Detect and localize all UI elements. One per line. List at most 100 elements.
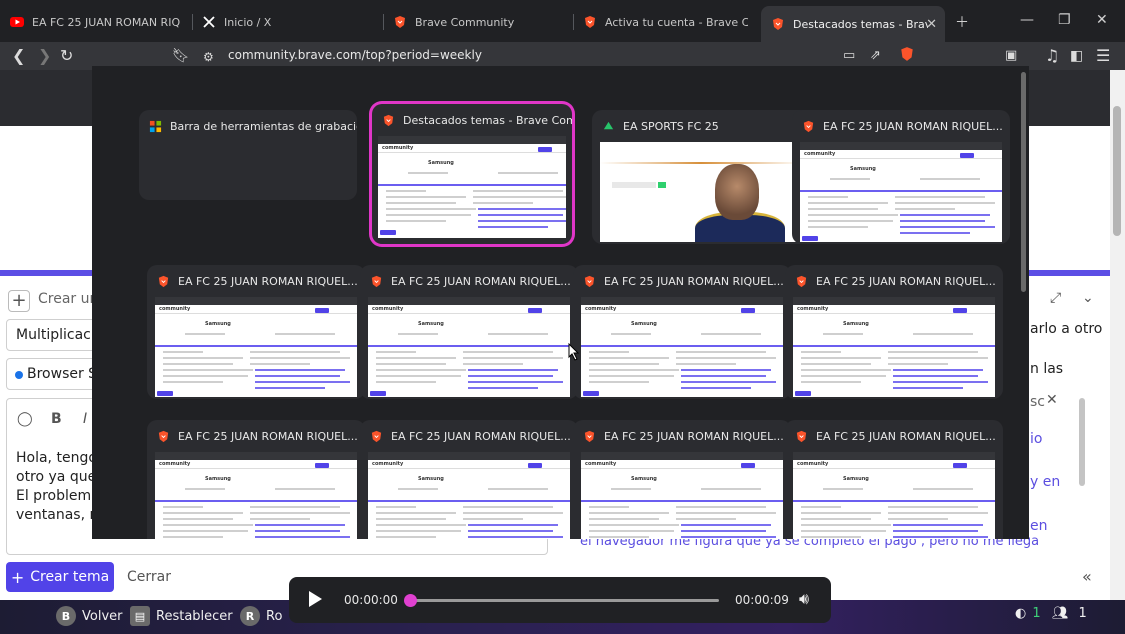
- duration: 00:00:09: [735, 593, 789, 607]
- bookmark-icon[interactable]: 🔖︎: [172, 46, 190, 66]
- minimize-icon[interactable]: —: [1020, 12, 1034, 28]
- reset-control[interactable]: ▤ Restablecer: [130, 606, 233, 626]
- similar-topic-link[interactable]: io: [1030, 431, 1042, 447]
- tab-strip: EA FC 25 JUAN ROMAN RIQUELM Inicio / X B…: [0, 0, 1125, 42]
- tab-4[interactable]: Activa tu cuenta - Brave Commun: [573, 6, 758, 38]
- window-preview: community Samsung: [155, 297, 357, 397]
- status-icon: ◐: [1015, 606, 1027, 621]
- brave-icon: [796, 275, 807, 287]
- tab-1[interactable]: EA FC 25 JUAN ROMAN RIQUELM: [0, 6, 190, 38]
- brave-icon: [158, 430, 169, 442]
- menu-icon[interactable]: ☰: [1096, 46, 1110, 66]
- site-settings-icon[interactable]: ⚙: [203, 47, 214, 67]
- title-input[interactable]: Multiplicació: [6, 319, 103, 351]
- media-icon[interactable]: ♫: [1045, 46, 1059, 66]
- window-card-title: EA FC 25 JUAN ROMAN RIQUEL...: [823, 119, 1003, 133]
- window-card-title: EA FC 25 JUAN ROMAN RIQUEL...: [178, 274, 358, 288]
- expand-icon[interactable]: ⤢: [1050, 290, 1061, 306]
- category-select[interactable]: Browser S: [6, 358, 98, 390]
- double-chevron-left-icon[interactable]: «: [1082, 567, 1092, 586]
- current-time: 00:00:00: [344, 593, 398, 607]
- preview-line: n las: [1030, 361, 1064, 377]
- category-value: Browser S: [27, 366, 98, 382]
- picker-scrollbar[interactable]: [1021, 72, 1026, 292]
- youtube-icon: [10, 17, 24, 27]
- window-card-header: Barra de herramientas de grabación: [139, 110, 357, 142]
- window-card[interactable]: EA SPORTS FC 25: [592, 110, 810, 244]
- window-card[interactable]: EA FC 25 JUAN ROMAN RIQUEL... community Sa…: [360, 265, 578, 399]
- page-scrollbar-thumb[interactable]: [1113, 106, 1121, 236]
- window-card[interactable]: Destacados temas - Brave Com... community…: [372, 104, 572, 244]
- window-card[interactable]: EA FC 25 JUAN ROMAN RIQUEL... community Sa…: [785, 420, 1003, 539]
- quote-icon[interactable]: ◯: [17, 411, 33, 427]
- window-card[interactable]: EA FC 25 JUAN ROMAN RIQUEL... community Sa…: [792, 110, 1010, 244]
- window-card-title: EA SPORTS FC 25: [623, 119, 719, 133]
- brave-icon: [796, 430, 807, 442]
- create-topic-button[interactable]: + Crear tema: [6, 562, 114, 592]
- tab-2[interactable]: Inicio / X: [192, 6, 382, 38]
- tab-3[interactable]: Brave Community: [383, 6, 573, 38]
- game-preview: [600, 142, 802, 242]
- b-button-icon: B: [56, 606, 76, 626]
- address-bar[interactable]: community.brave.com/top?period=weekly: [228, 48, 482, 62]
- window-card-header: EA FC 25 JUAN ROMAN RIQUEL...: [573, 265, 791, 297]
- window-card[interactable]: EA FC 25 JUAN ROMAN RIQUEL... community Sa…: [785, 265, 1003, 399]
- cast-icon[interactable]: ▭: [843, 46, 855, 66]
- brave-icon: [395, 16, 405, 28]
- sidebar-icon[interactable]: ◧: [1070, 46, 1083, 66]
- play-icon[interactable]: [309, 591, 322, 607]
- close-similar-icon[interactable]: ✕: [1046, 392, 1058, 408]
- close-tab-icon[interactable]: ✕: [926, 17, 937, 32]
- italic-icon[interactable]: I: [83, 411, 87, 427]
- ea-sports-icon: [603, 121, 614, 129]
- bold-icon[interactable]: B: [51, 411, 62, 427]
- wallet-icon[interactable]: ▣: [1005, 46, 1017, 66]
- reload-icon[interactable]: ↻: [60, 46, 73, 66]
- media-player: 00:00:00 00:00:09 🔊︎: [289, 577, 831, 623]
- window-card-title: EA FC 25 JUAN ROMAN RIQUEL...: [604, 429, 784, 443]
- window-card[interactable]: EA FC 25 JUAN ROMAN RIQUEL... community Sa…: [147, 265, 365, 399]
- tab-5-active[interactable]: Destacados temas - Brave Co ✕: [761, 6, 945, 42]
- friends-count-value: 1: [1078, 606, 1087, 621]
- new-tab-icon[interactable]: ＋: [955, 12, 969, 32]
- forward-icon[interactable]: ❯: [38, 46, 51, 66]
- window-card-header: EA FC 25 JUAN ROMAN RIQUEL...: [360, 420, 578, 452]
- window-card-header: EA FC 25 JUAN ROMAN RIQUEL...: [147, 265, 365, 297]
- brave-shields-icon[interactable]: [899, 46, 915, 67]
- preview-line: arlo a otro: [1030, 321, 1103, 337]
- tab-title: Brave Community: [415, 15, 515, 29]
- window-card[interactable]: EA FC 25 JUAN ROMAN RIQUEL... community Sa…: [360, 420, 578, 539]
- window-card-header: EA FC 25 JUAN ROMAN RIQUEL...: [147, 420, 365, 452]
- window-card[interactable]: EA FC 25 JUAN ROMAN RIQUEL... community Sa…: [573, 420, 791, 539]
- category-dot: [15, 371, 23, 379]
- similar-topic-link[interactable]: en: [1030, 518, 1048, 534]
- seek-bar[interactable]: [407, 599, 719, 602]
- back-icon[interactable]: ❮: [12, 46, 25, 66]
- window-card[interactable]: EA FC 25 JUAN ROMAN RIQUEL... community Sa…: [573, 265, 791, 399]
- back-control[interactable]: B Volver: [56, 606, 123, 626]
- window-card[interactable]: EA FC 25 JUAN ROMAN RIQUEL... community Sa…: [147, 420, 365, 539]
- window-card[interactable]: Barra de herramientas de grabación: [139, 110, 357, 200]
- create-label: Crear un: [38, 291, 99, 307]
- brave-icon: [803, 120, 814, 132]
- window-card-title: Destacados temas - Brave Com...: [403, 113, 572, 127]
- share-icon[interactable]: ⇗: [870, 46, 881, 66]
- similar-topic-link[interactable]: y en: [1030, 474, 1060, 490]
- add-icon[interactable]: +: [8, 290, 30, 312]
- similar-scrollbar[interactable]: [1079, 398, 1085, 486]
- r-control[interactable]: R Ro: [240, 606, 282, 626]
- window-card-title: EA FC 25 JUAN ROMAN RIQUEL...: [816, 274, 996, 288]
- status-count-value: 1: [1032, 606, 1041, 621]
- cancel-button[interactable]: Cerrar: [127, 569, 171, 585]
- close-window-icon[interactable]: ✕: [1096, 12, 1108, 28]
- volume-icon[interactable]: 🔊︎: [799, 589, 809, 609]
- collapse-icon[interactable]: ⌄: [1082, 290, 1094, 306]
- brave-icon: [773, 18, 783, 30]
- restore-icon[interactable]: ❐: [1058, 12, 1071, 28]
- window-picker: Barra de herramientas de grabación Destac…: [92, 66, 1029, 539]
- tab-title: Destacados temas - Brave Co: [793, 17, 928, 31]
- seek-handle[interactable]: [404, 594, 417, 607]
- window-card-title: Barra de herramientas de grabación: [170, 119, 357, 133]
- window-card-title: EA FC 25 JUAN ROMAN RIQUEL...: [391, 274, 571, 288]
- page-scrollbar[interactable]: [1110, 70, 1125, 600]
